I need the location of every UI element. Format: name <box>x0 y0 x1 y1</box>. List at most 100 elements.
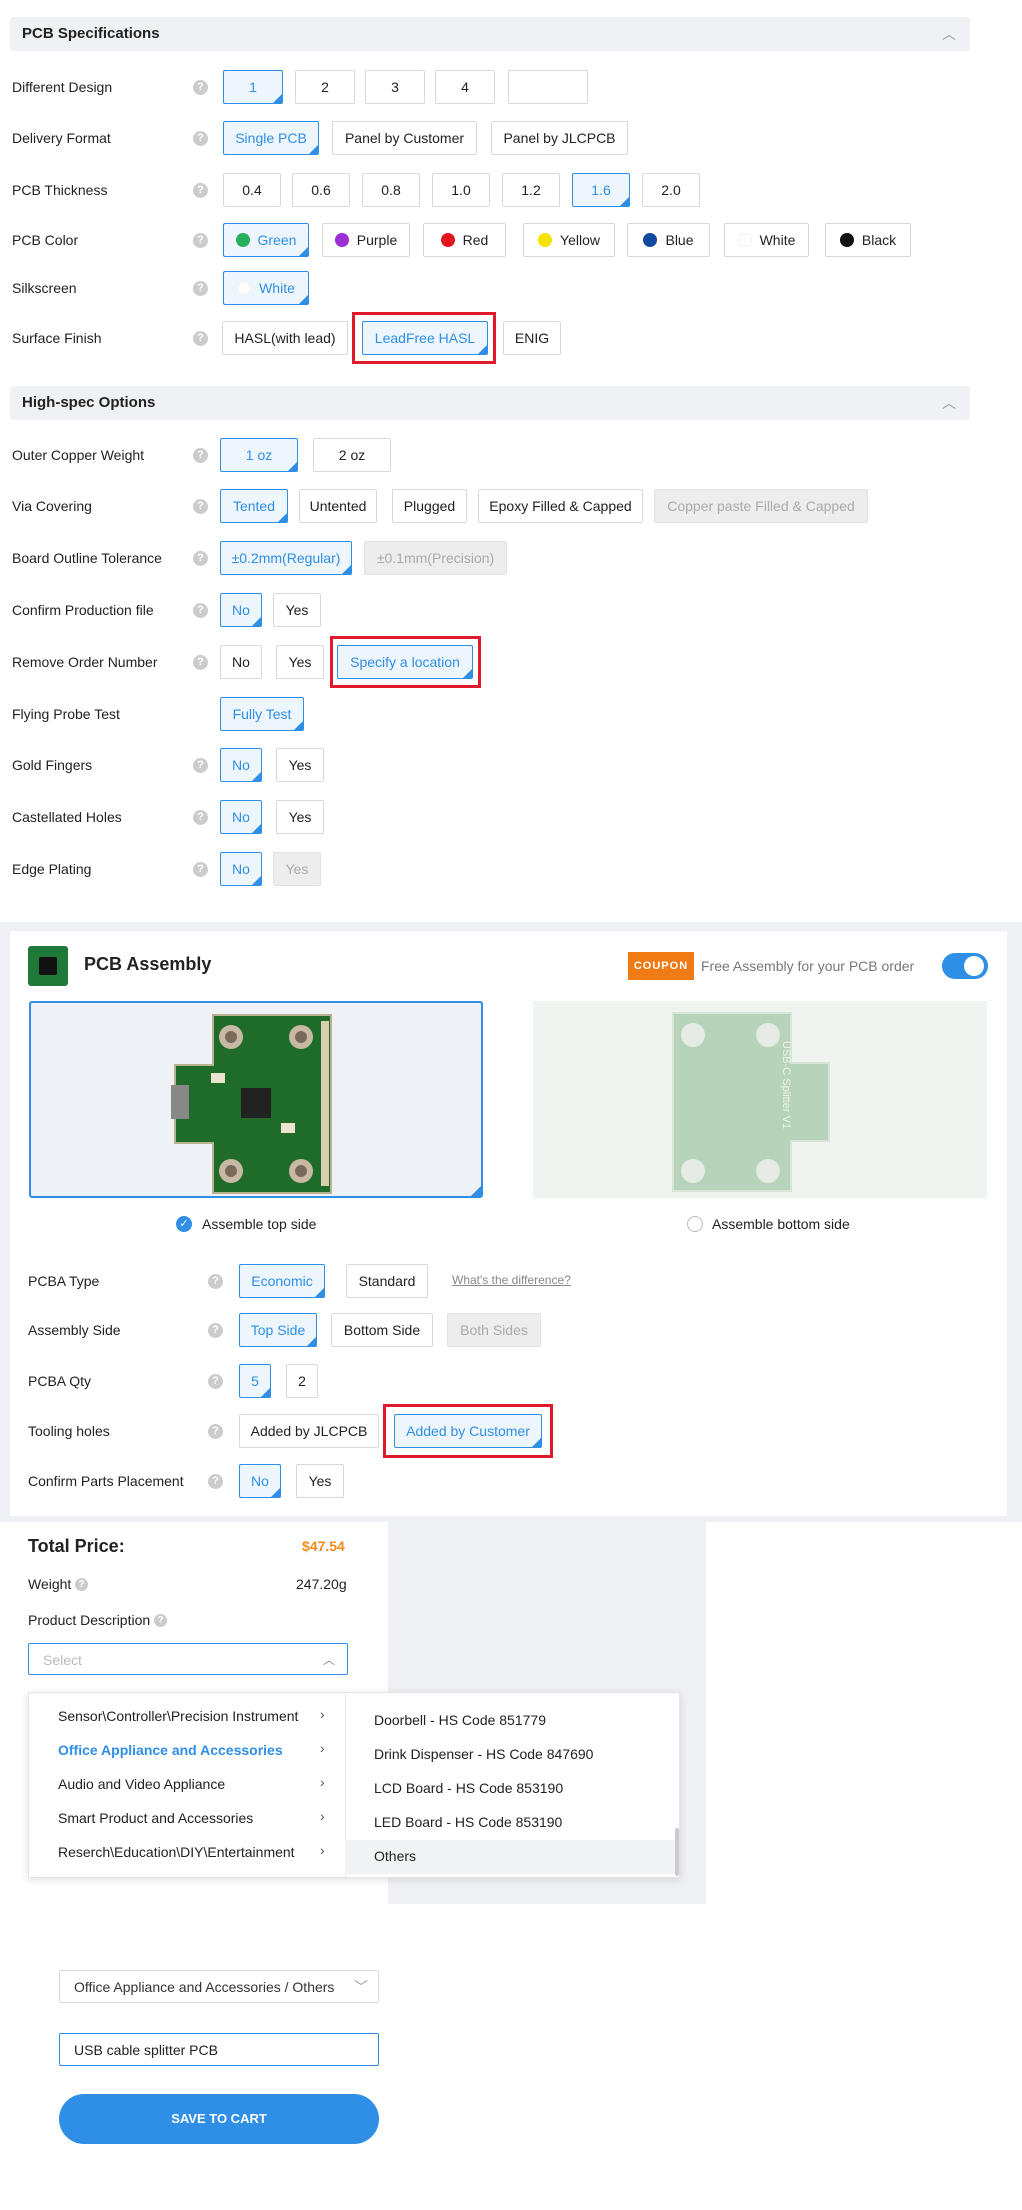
option-color-yellow[interactable]: Yellow <box>523 223 615 257</box>
option-color-purple[interactable]: Purple <box>322 223 410 257</box>
option-yes[interactable]: Yes <box>276 645 324 679</box>
help-icon[interactable]: ? <box>208 1374 223 1389</box>
help-icon[interactable]: ? <box>193 80 208 95</box>
high-spec-header[interactable]: High-spec Options ︿ <box>10 386 970 420</box>
row-pcba-type: PCBA Type ? Economic Standard What's the… <box>0 1264 1022 1298</box>
option-color-red[interactable]: Red <box>423 223 506 257</box>
option-design-3[interactable]: 3 <box>365 70 425 104</box>
category-item[interactable]: Audio and Video Appliance <box>58 1776 225 1792</box>
option-panel-customer[interactable]: Panel by Customer <box>332 121 477 155</box>
option-bottom-side[interactable]: Bottom Side <box>331 1313 433 1347</box>
option-thickness[interactable]: 1.2 <box>502 173 560 207</box>
option-epoxy-filled[interactable]: Epoxy Filled & Capped <box>478 489 643 523</box>
option-color-green[interactable]: Green <box>223 223 309 257</box>
help-icon[interactable]: ? <box>208 1424 223 1439</box>
help-icon[interactable]: ? <box>193 551 208 566</box>
option-thickness[interactable]: 0.8 <box>362 173 420 207</box>
sub-item[interactable]: LCD Board - HS Code 853190 <box>374 1780 563 1796</box>
option-thickness[interactable]: 2.0 <box>642 173 700 207</box>
help-icon[interactable]: ? <box>154 1614 167 1627</box>
help-icon[interactable]: ? <box>193 862 208 877</box>
option-no[interactable]: No <box>220 800 262 834</box>
option-tented[interactable]: Tented <box>220 489 288 523</box>
option-hasl-lead[interactable]: HASL(with lead) <box>222 321 348 355</box>
scrollbar[interactable] <box>675 1828 679 1876</box>
sub-item[interactable]: Doorbell - HS Code 851779 <box>374 1712 546 1728</box>
option-economic[interactable]: Economic <box>239 1264 325 1298</box>
help-icon[interactable]: ? <box>208 1274 223 1289</box>
top-side-card[interactable] <box>29 1001 483 1198</box>
option-top-side[interactable]: Top Side <box>239 1313 317 1347</box>
category-item[interactable]: Reserch\Education\DIY\Entertainment <box>58 1844 295 1860</box>
design-count-input[interactable] <box>508 70 588 104</box>
option-qty-5[interactable]: 5 <box>239 1364 271 1398</box>
save-to-cart-button[interactable]: SAVE TO CART <box>59 2094 379 2144</box>
option-untented[interactable]: Untented <box>299 489 377 523</box>
help-icon[interactable]: ? <box>193 655 208 670</box>
row-confirm-parts: Confirm Parts Placement ? No Yes <box>0 1464 1022 1498</box>
option-color-white[interactable]: White <box>724 223 809 257</box>
help-icon[interactable]: ? <box>193 183 208 198</box>
option-yes[interactable]: Yes <box>296 1464 344 1498</box>
option-yes[interactable]: Yes <box>276 748 324 782</box>
option-standard[interactable]: Standard <box>346 1264 428 1298</box>
option-design-1[interactable]: 1 <box>223 70 283 104</box>
option-no[interactable]: No <box>220 852 262 886</box>
option-silkscreen-white[interactable]: White <box>223 271 309 305</box>
option-design-2[interactable]: 2 <box>295 70 355 104</box>
option-design-4[interactable]: 4 <box>435 70 495 104</box>
product-name-input[interactable]: USB cable splitter PCB <box>59 2033 379 2066</box>
option-thickness[interactable]: 0.6 <box>292 173 350 207</box>
option-no[interactable]: No <box>220 645 262 679</box>
radio-top-side-checked-icon[interactable]: ✓ <box>176 1216 192 1232</box>
difference-link[interactable]: What's the difference? <box>452 1273 571 1287</box>
option-thickness[interactable]: 0.4 <box>223 173 281 207</box>
option-color-blue[interactable]: Blue <box>627 223 710 257</box>
help-icon[interactable]: ? <box>193 448 208 463</box>
help-icon[interactable]: ? <box>193 758 208 773</box>
product-description-select[interactable]: Select ︿ <box>28 1643 348 1675</box>
assembly-toggle[interactable] <box>942 953 988 979</box>
option-2oz[interactable]: 2 oz <box>313 438 391 472</box>
option-yes[interactable]: Yes <box>276 800 324 834</box>
option-no[interactable]: No <box>239 1464 281 1498</box>
category-item[interactable]: Smart Product and Accessories <box>58 1810 253 1826</box>
option-regular-tolerance[interactable]: ±0.2mm(Regular) <box>220 541 352 575</box>
option-thickness[interactable]: 1.0 <box>432 173 490 207</box>
help-icon[interactable]: ? <box>193 233 208 248</box>
help-icon[interactable]: ? <box>193 810 208 825</box>
help-icon[interactable]: ? <box>208 1474 223 1489</box>
sub-item[interactable]: LED Board - HS Code 853190 <box>374 1814 562 1830</box>
chevron-up-icon[interactable]: ︿ <box>942 386 956 420</box>
help-icon[interactable]: ? <box>193 281 208 296</box>
sub-item-hovered[interactable]: Others <box>374 1848 416 1864</box>
sub-item[interactable]: Drink Dispenser - HS Code 847690 <box>374 1746 593 1762</box>
help-icon[interactable]: ? <box>208 1323 223 1338</box>
pcb-specs-header[interactable]: PCB Specifications ︿ <box>10 17 970 51</box>
option-no[interactable]: No <box>220 748 262 782</box>
help-icon[interactable]: ? <box>193 131 208 146</box>
description-select-filled[interactable]: Office Appliance and Accessories / Other… <box>59 1970 379 2003</box>
help-icon[interactable]: ? <box>193 603 208 618</box>
option-panel-jlcpcb[interactable]: Panel by JLCPCB <box>491 121 628 155</box>
option-no[interactable]: No <box>220 593 262 627</box>
help-icon[interactable]: ? <box>193 499 208 514</box>
option-1oz[interactable]: 1 oz <box>220 438 298 472</box>
option-single-pcb[interactable]: Single PCB <box>223 121 319 155</box>
option-thickness-selected[interactable]: 1.6 <box>572 173 630 207</box>
option-fully-test[interactable]: Fully Test <box>220 697 304 731</box>
option-plugged[interactable]: Plugged <box>392 489 467 523</box>
help-icon[interactable]: ? <box>75 1578 88 1591</box>
category-item[interactable]: Sensor\Controller\Precision Instrument <box>58 1708 298 1724</box>
option-yes[interactable]: Yes <box>273 593 321 627</box>
option-enig[interactable]: ENIG <box>503 321 561 355</box>
option-qty-2[interactable]: 2 <box>286 1364 318 1398</box>
option-added-by-jlcpcb[interactable]: Added by JLCPCB <box>239 1414 379 1448</box>
bottom-side-card[interactable]: USB-C Splitter V1 <box>533 1001 987 1198</box>
chevron-up-icon[interactable]: ︿ <box>942 17 956 51</box>
radio-bottom-side-icon[interactable] <box>687 1216 703 1232</box>
color-name: Green <box>257 232 297 248</box>
category-item-active[interactable]: Office Appliance and Accessories <box>58 1742 283 1758</box>
option-color-black[interactable]: Black <box>825 223 911 257</box>
help-icon[interactable]: ? <box>193 331 208 346</box>
